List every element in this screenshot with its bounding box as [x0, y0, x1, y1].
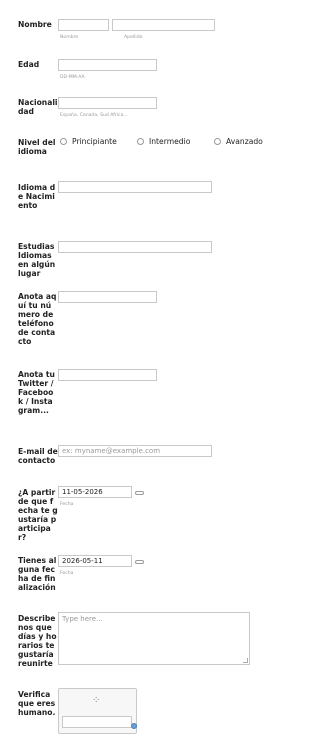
social-input[interactable]	[58, 369, 157, 381]
calendar-icon[interactable]	[135, 491, 144, 495]
schedule-textarea[interactable]: Type here...	[58, 612, 250, 665]
captcha-label: Verifica que eres humano.	[18, 690, 56, 717]
age-label: Edad	[18, 60, 40, 69]
level-option-label: Principiante	[72, 137, 117, 146]
native-language-input[interactable]	[58, 181, 212, 193]
schedule-placeholder: Type here...	[62, 615, 103, 623]
captcha-box[interactable]: ⁘	[58, 688, 137, 734]
level-option-label: Avanzado	[226, 137, 263, 146]
radio-circle-icon	[137, 138, 144, 145]
end-date-label: Tienes alguna fecha de finalización	[18, 556, 57, 592]
first-name-sublabel: Nombre	[60, 35, 79, 40]
level-option-label: Intermedio	[149, 137, 191, 146]
level-option-intermedio[interactable]: Intermedio	[137, 137, 190, 146]
studied-label: Estudias Idiomas en algún lugar	[18, 242, 56, 278]
nationality-sublabel: España, Canada, Sud Africa...	[60, 113, 128, 118]
spinner-icon: ⁘	[92, 695, 101, 706]
start-date-input[interactable]: 11-05-2026	[58, 486, 132, 498]
end-date-input[interactable]: 2026-05-11	[58, 555, 132, 567]
email-input[interactable]: ex: myname@example.com	[58, 445, 212, 457]
captcha-input[interactable]	[62, 716, 132, 728]
last-name-input[interactable]	[112, 19, 215, 31]
name-label: Nombre	[18, 20, 52, 29]
last-name-sublabel: Apellido	[124, 35, 143, 40]
age-input[interactable]	[58, 59, 157, 71]
nationality-input[interactable]	[58, 97, 157, 109]
start-date-sublabel: Fecha	[60, 502, 74, 507]
nationality-label: Nacionalidad	[18, 98, 58, 116]
level-label: Nivel del idioma	[18, 138, 56, 156]
radio-circle-icon	[214, 138, 221, 145]
social-label: Anota tu Twitter / Facebook / Instagram.…	[18, 370, 55, 415]
radio-circle-icon	[60, 138, 67, 145]
level-option-avanzado[interactable]: Avanzado	[214, 137, 263, 146]
end-date-sublabel: Fecha	[60, 571, 74, 576]
studied-input[interactable]	[58, 241, 212, 253]
native-language-label: Idioma de Nacimiento	[18, 183, 56, 210]
calendar-icon[interactable]	[135, 560, 144, 564]
age-sublabel: DD-MM-AA	[60, 75, 85, 80]
resize-grip-icon[interactable]	[243, 658, 248, 663]
email-label: E-mail de contacto	[18, 447, 58, 465]
start-date-label: ¿A partir de que fecha te gustaría parti…	[18, 488, 58, 542]
first-name-input[interactable]	[58, 19, 109, 31]
phone-label: Anota aquí tu número de teléfono de cont…	[18, 292, 57, 346]
reload-icon[interactable]	[131, 723, 137, 729]
phone-input[interactable]	[58, 291, 157, 303]
level-option-principiante[interactable]: Principiante	[60, 137, 117, 146]
schedule-label: Describenos que días y horarios te gusta…	[18, 614, 57, 668]
